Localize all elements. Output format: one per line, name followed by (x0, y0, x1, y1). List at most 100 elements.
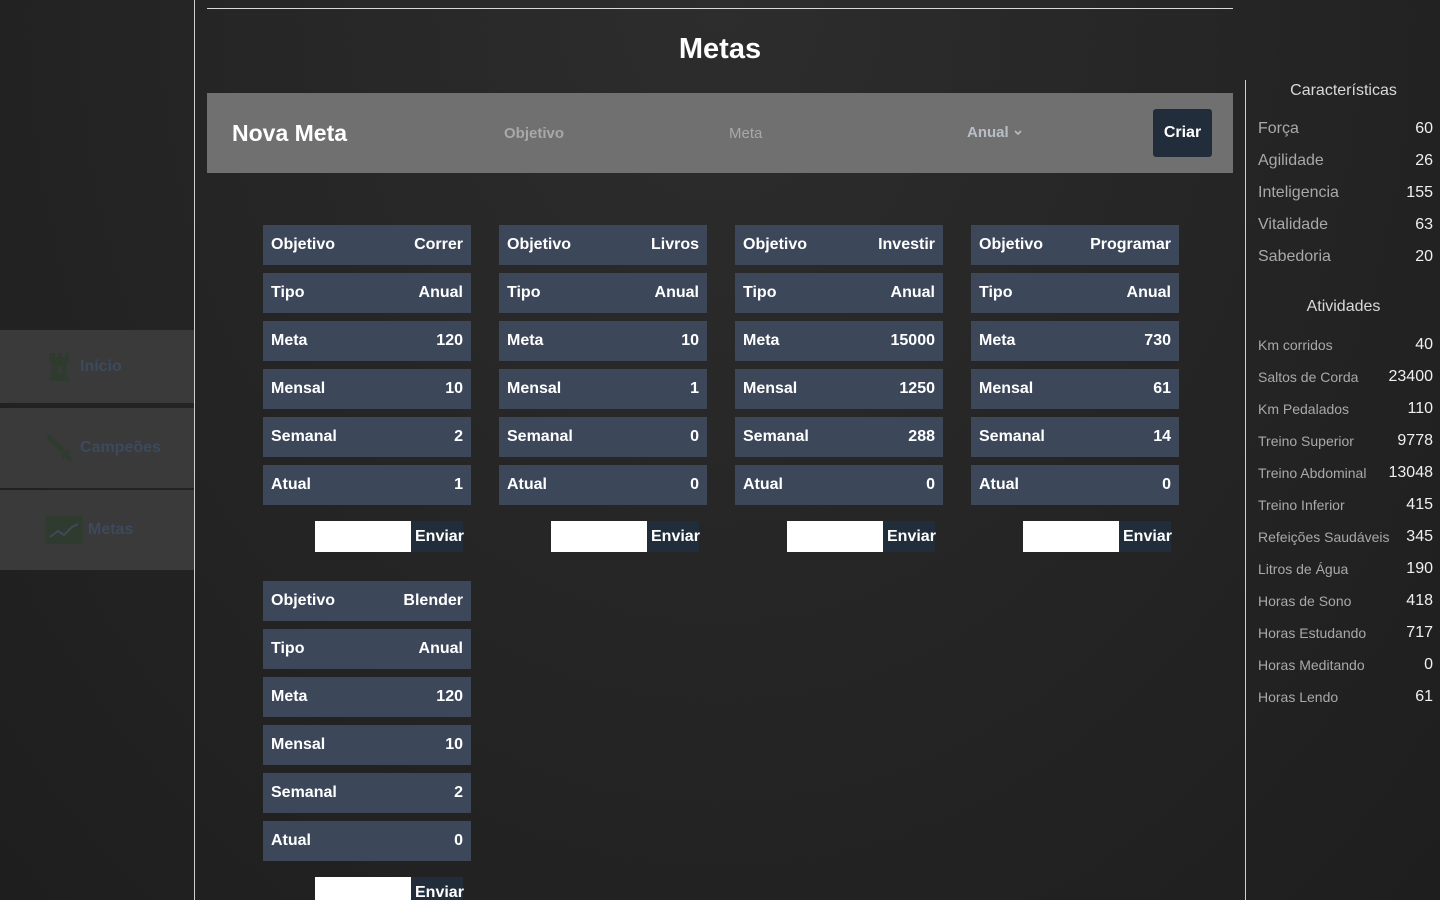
goal-row-objective: Objetivo Investir (735, 225, 943, 265)
goal-row-type: Tipo Anual (263, 273, 471, 313)
stat-value: 20 (1415, 248, 1433, 265)
send-button[interactable]: Enviar (1119, 521, 1172, 552)
create-button[interactable]: Criar (1153, 109, 1212, 157)
nav-item-label: Metas (88, 521, 134, 538)
stat-value: 26 (1415, 152, 1433, 169)
stat-label: Inteligencia (1258, 184, 1339, 201)
progress-input[interactable] (315, 521, 411, 552)
stat-value: 23400 (1388, 368, 1434, 385)
goal-row-current: Atual 0 (971, 465, 1179, 505)
stat-label: Vitalidade (1258, 216, 1328, 233)
activity-row: Treino Abdominal 13048 (1258, 464, 1433, 482)
send-button[interactable]: Enviar (883, 521, 936, 552)
progress-input[interactable] (1023, 521, 1119, 552)
send-button[interactable]: Enviar (411, 877, 464, 900)
goal-row-goal: Meta 10 (499, 321, 707, 361)
goal-row-label: Objetivo (271, 236, 336, 253)
goal-row-value: 2 (454, 784, 463, 801)
goal-row-goal: Meta 120 (263, 677, 471, 717)
goal-row-value: 1250 (899, 380, 935, 397)
goal-row-weekly: Semanal 2 (263, 773, 471, 813)
stat-value: 717 (1406, 624, 1433, 641)
goal-row-label: Tipo (507, 284, 541, 301)
goal-row-label: Semanal (743, 428, 809, 445)
activity-row: Km corridos 40 (1258, 336, 1433, 354)
activity-row: Horas de Sono 418 (1258, 592, 1433, 610)
stat-value: 345 (1406, 528, 1433, 545)
goal-row-type: Tipo Anual (263, 629, 471, 669)
progress-form: Enviar (1023, 521, 1172, 552)
goal-card: Objetivo Investir Tipo Anual Meta 15000 Mensal… (735, 225, 943, 513)
stat-value: 40 (1415, 336, 1433, 353)
goal-row-label: Mensal (743, 380, 798, 397)
goal-row-label: Tipo (271, 640, 305, 657)
progress-form: Enviar (551, 521, 700, 552)
characteristic-row: Força 60 (1258, 120, 1433, 138)
goal-row-value: 1 (454, 476, 463, 493)
goal-row-label: Semanal (271, 428, 337, 445)
left-nav: Início Campeões Metas (0, 0, 195, 900)
progress-input[interactable] (787, 521, 883, 552)
stat-value: 61 (1415, 688, 1433, 705)
progress-form: Enviar (787, 521, 936, 552)
activity-row: Treino Inferior 415 (1258, 496, 1433, 514)
goal-row-value: 10 (445, 380, 463, 397)
goal-row-value: 2 (454, 428, 463, 445)
stats-sidebar: Características Força 60 Agilidade 26 Inteli… (1245, 80, 1440, 900)
goal-row-type: Tipo Anual (971, 273, 1179, 313)
goal-row-value: Livros (650, 236, 699, 253)
header-divider (207, 8, 1233, 9)
activity-row: Horas Estudando 717 (1258, 624, 1433, 642)
stat-value: 13048 (1388, 464, 1434, 481)
goal-row-value: 730 (1144, 332, 1171, 349)
goal-row-weekly: Semanal 288 (735, 417, 943, 457)
send-button[interactable]: Enviar (411, 521, 464, 552)
goal-row-current: Atual 0 (735, 465, 943, 505)
goal-row-value: 10 (681, 332, 699, 349)
goal-row-value: 0 (1162, 476, 1171, 493)
chart-icon (40, 515, 88, 545)
nav-item-metas[interactable]: Metas (0, 490, 194, 570)
objective-input[interactable] (504, 120, 654, 146)
goal-row-monthly: Mensal 1 (499, 369, 707, 409)
goal-row-value: 61 (1153, 380, 1171, 397)
goal-input[interactable] (729, 120, 879, 146)
goal-row-value: Anual (654, 284, 699, 301)
progress-input[interactable] (551, 521, 647, 552)
activity-row: Horas Meditando 0 (1258, 656, 1433, 674)
characteristics-title: Características (1290, 82, 1397, 99)
nav-item-campeoes[interactable]: Campeões (0, 408, 194, 488)
nav-item-inicio[interactable]: Início (0, 330, 194, 403)
goal-row-label: Mensal (271, 380, 326, 397)
stat-label: Força (1258, 120, 1299, 137)
characteristic-row: Vitalidade 63 (1258, 216, 1433, 234)
goal-row-label: Tipo (979, 284, 1013, 301)
stat-label: Treino Abdominal (1258, 465, 1367, 481)
goal-row-label: Mensal (507, 380, 562, 397)
stat-value: 60 (1415, 120, 1433, 137)
nav-item-label: Início (80, 357, 122, 375)
activity-row: Horas Lendo 61 (1258, 688, 1433, 706)
goal-row-objective: Objetivo Correr (263, 225, 471, 265)
type-select[interactable]: Anual (967, 124, 1023, 141)
nav-item-label: Campeões (80, 439, 161, 456)
stat-value: 418 (1406, 592, 1433, 609)
goal-row-label: Objetivo (507, 236, 572, 253)
goal-row-label: Atual (271, 832, 311, 849)
goal-row-objective: Objetivo Livros (499, 225, 707, 265)
characteristic-row: Sabedoria 20 (1258, 248, 1433, 266)
goal-row-label: Meta (271, 688, 308, 705)
goal-row-value: Investir (878, 236, 935, 253)
stat-label: Km corridos (1258, 337, 1333, 353)
page-title: Metas (678, 33, 762, 65)
stat-label: Treino Superior (1258, 433, 1354, 449)
send-button[interactable]: Enviar (647, 521, 700, 552)
goal-row-value: 0 (690, 476, 699, 493)
goal-row-weekly: Semanal 14 (971, 417, 1179, 457)
goal-row-monthly: Mensal 10 (263, 725, 471, 765)
goal-row-label: Semanal (507, 428, 573, 445)
progress-input[interactable] (315, 877, 411, 900)
stat-label: Horas Lendo (1258, 689, 1339, 705)
stat-value: 415 (1406, 496, 1433, 513)
goal-row-label: Atual (271, 476, 311, 493)
